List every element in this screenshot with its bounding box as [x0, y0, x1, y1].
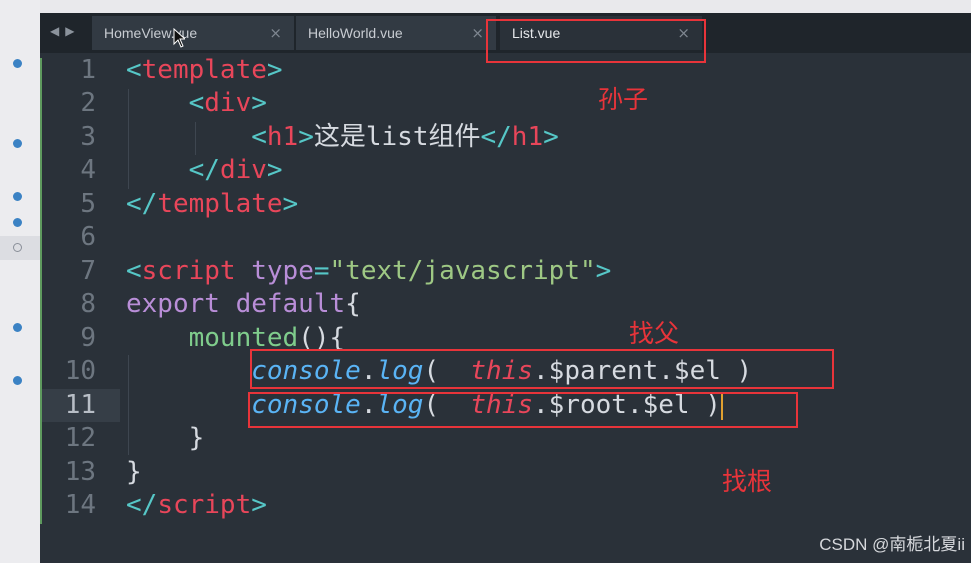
code-line: 7 <script type="text/javascript">: [40, 255, 971, 288]
line-number: 10: [64, 356, 96, 386]
tab-nav-arrows-icon[interactable]: ◀▶: [50, 24, 80, 38]
code-editor[interactable]: 1 <template> 2 <div> 3 <h1>这是list组件</h1>…: [40, 53, 971, 563]
close-icon[interactable]: ×: [471, 16, 484, 50]
line-number: 11: [64, 390, 96, 420]
code-text: <script type="text/javascript">: [126, 256, 612, 286]
line-number: 8: [80, 289, 96, 319]
change-marker-icon: [13, 139, 22, 148]
code-text: }: [126, 423, 205, 453]
change-marker-icon: [13, 59, 22, 68]
code-text: <h1>这是list组件</h1>: [251, 122, 559, 152]
annotation-box-root: [248, 392, 798, 428]
line-number: 12: [64, 423, 96, 453]
line-number: 4: [80, 155, 96, 185]
hollow-marker-icon: [13, 243, 22, 252]
code-text: }: [126, 457, 142, 487]
line-number: 5: [80, 189, 96, 219]
watermark: CSDN @南栀北夏ii: [819, 535, 965, 554]
code-text: <div>: [188, 88, 267, 118]
code-text: </div>: [188, 155, 283, 185]
annotation-box-tab: [486, 19, 706, 63]
close-icon[interactable]: ×: [269, 16, 282, 50]
code-line: 14 </script>: [40, 489, 971, 522]
annotation-find-root: 找根: [722, 467, 773, 496]
tab-helloworld[interactable]: HelloWorld.vue ×: [296, 16, 496, 50]
code-text: <template>: [126, 55, 283, 85]
code-line: 8 export default{: [40, 288, 971, 321]
code-text: </script>: [126, 490, 267, 520]
code-line: 2 <div>: [40, 87, 971, 120]
tab-label: HelloWorld.vue: [308, 25, 403, 41]
code-line: 3 <h1>这是list组件</h1>: [40, 121, 971, 154]
git-change-bar: [40, 58, 42, 524]
code-text: </template>: [126, 189, 299, 219]
change-marker-icon: [13, 218, 22, 227]
code-text: export default{: [126, 289, 361, 319]
line-number: 2: [80, 88, 96, 118]
line-number: 7: [80, 256, 96, 286]
annotation-grandchild: 孙子: [598, 85, 649, 114]
change-marker-icon: [13, 323, 22, 332]
line-number: 6: [80, 222, 96, 252]
sidebar-gutter: [0, 0, 40, 563]
tab-homeview[interactable]: HomeView.vue ×: [92, 16, 294, 50]
line-number: 3: [80, 122, 96, 152]
code-line: 5 </template>: [40, 188, 971, 221]
line-number: 1: [80, 55, 96, 85]
code-line: 4 </div>: [40, 154, 971, 187]
change-marker-icon: [13, 376, 22, 385]
annotation-find-parent: 找父: [629, 319, 680, 348]
code-line: 6: [40, 221, 971, 254]
line-number: 9: [80, 323, 96, 353]
annotation-box-parent: [250, 349, 834, 389]
code-line: 13 }: [40, 456, 971, 489]
line-number: 13: [64, 457, 96, 487]
mouse-pointer-icon: [173, 28, 185, 48]
change-marker-icon: [13, 192, 22, 201]
line-number: 14: [64, 490, 96, 520]
window-title-strip: [0, 0, 971, 13]
